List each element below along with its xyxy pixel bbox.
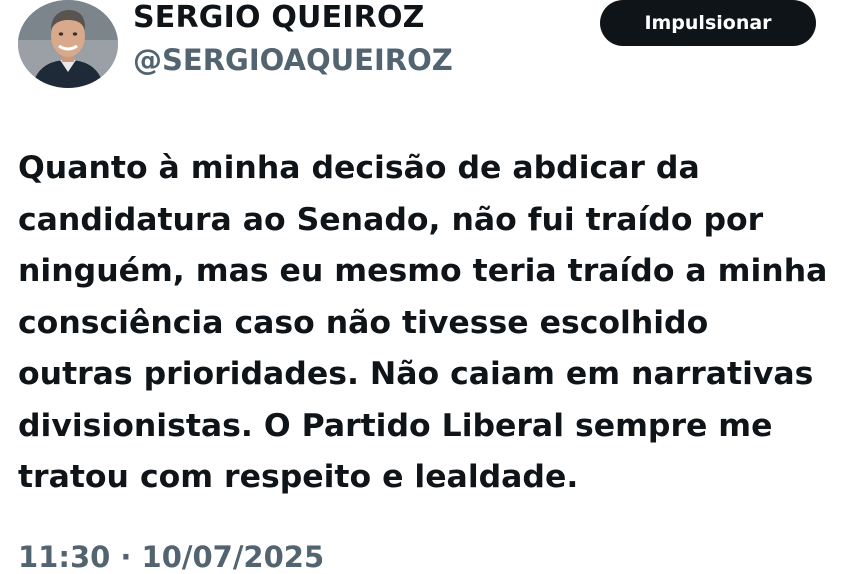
tweet-text-line: ninguém, mas eu mesmo teria traído a min… [18,253,828,289]
tweet-post: SERGIO QUEIROZ @SERGIOAQUEIROZ Impulsion… [0,0,850,574]
author-display-name[interactable]: SERGIO QUEIROZ [133,0,425,35]
tweet-text-line: tratou com respeito e lealdade. [18,459,579,495]
author-handle[interactable]: @SERGIOAQUEIROZ [133,43,453,77]
avatar[interactable] [18,0,118,88]
tweet-text: Quanto à minha decisão de abdicar da can… [18,143,838,504]
tweet-text-line: outras prioridades. Não caiam em narrati… [18,356,814,392]
tweet-text-line: candidatura ao Senado, não fui traído po… [18,201,764,238]
boost-button[interactable]: Impulsionar [600,0,816,46]
tweet-text-line: Quanto à minha decisão de abdicar da [18,150,700,186]
tweet-text-line: divisionistas. O Partido Liberal sempre … [18,407,773,444]
tweet-text-line: consciência caso não tivesse escolhido [18,304,709,341]
profile-photo-icon [18,0,118,88]
tweet-timestamp[interactable]: 11:30 · 10/07/2025 [18,540,324,574]
